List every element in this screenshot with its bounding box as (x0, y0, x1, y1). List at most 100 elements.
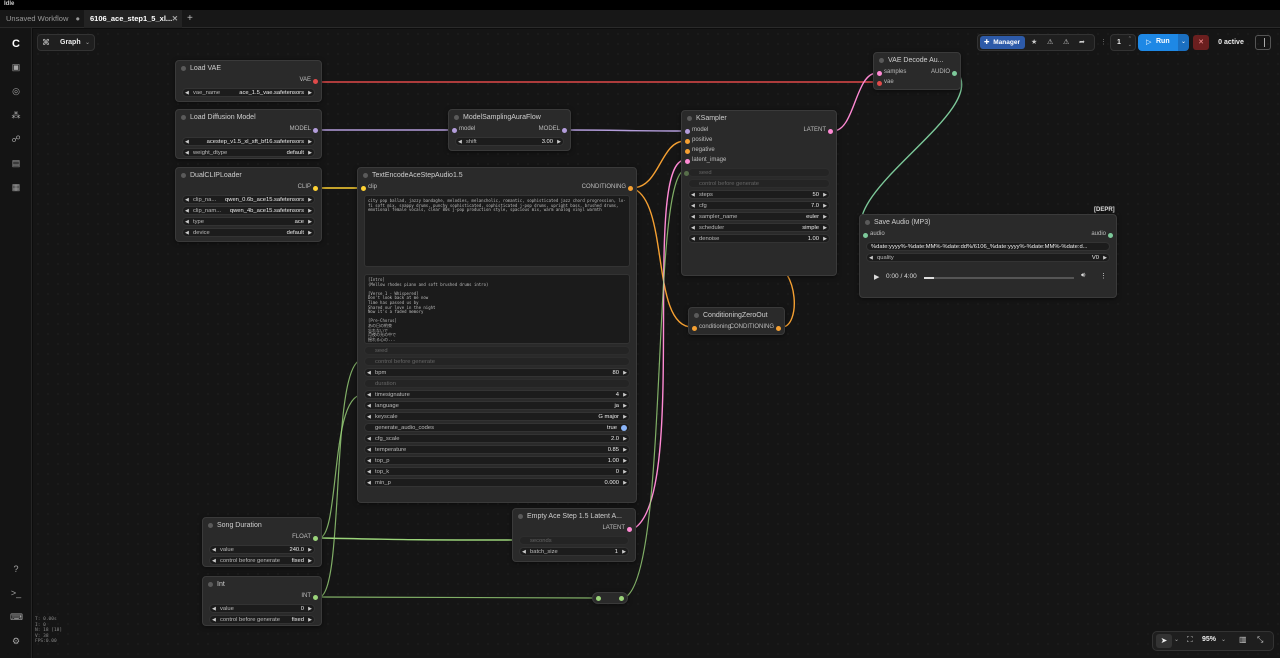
quality-widget[interactable]: ◀ quality V0 ▶ (866, 253, 1110, 262)
run-button[interactable]: ▷ Run (1138, 34, 1178, 51)
arrow-left-icon[interactable]: ◀ (185, 219, 189, 225)
arrow-left-icon[interactable]: ◀ (367, 403, 371, 409)
arrow-left-icon[interactable]: ◀ (185, 150, 189, 156)
input-samples-socket[interactable] (877, 71, 882, 76)
node-title[interactable]: KSampler (682, 111, 836, 126)
node-title[interactable]: Load Diffusion Model (176, 110, 321, 125)
arrow-right-icon[interactable]: ▶ (823, 236, 827, 242)
arrow-right-icon[interactable]: ▶ (308, 558, 312, 564)
toggle-knob-icon[interactable] (621, 425, 627, 431)
arrow-right-icon[interactable]: ▶ (623, 436, 627, 442)
arrow-right-icon[interactable]: ▶ (623, 480, 627, 486)
temperature-widget[interactable]: ◀ temperature 0.85 ▶ (364, 445, 630, 454)
arrow-right-icon[interactable]: ▶ (823, 192, 827, 198)
min-p-widget[interactable]: ◀ min_p 0.000 ▶ (364, 478, 630, 487)
arrow-right-icon[interactable]: ▶ (308, 219, 312, 225)
volume-icon[interactable]: 🔊︎ (1081, 272, 1085, 280)
unet-name-widget[interactable]: ◀ acestep_v1.5_xl_sft_bf16.safetensors ▶ (182, 137, 315, 146)
reroute-node[interactable] (592, 592, 628, 604)
filename-prefix-widget[interactable]: %date:yyyy%-%date:MM%-%date:dd%/6106_%da… (866, 242, 1110, 251)
arrow-left-icon[interactable]: ◀ (212, 558, 216, 564)
timesignature-widget[interactable]: ◀ timesignature 4 ▶ (364, 390, 630, 399)
link-visibility-icon[interactable]: ⤡ (1257, 635, 1263, 645)
arrow-right-icon[interactable]: ▶ (308, 617, 312, 623)
top-p-widget[interactable]: ◀ top_p 1.00 ▶ (364, 456, 630, 465)
run-options-chevron-icon[interactable]: ⌄ (1178, 34, 1189, 51)
input-clip-socket[interactable] (361, 186, 366, 191)
arrow-left-icon[interactable]: ◀ (367, 469, 371, 475)
input-model-socket[interactable] (452, 128, 457, 133)
shift-widget[interactable]: ◀ shift 3.00 ▶ (455, 137, 564, 146)
arrow-left-icon[interactable]: ◀ (691, 225, 695, 231)
arrow-left-icon[interactable]: ◀ (185, 139, 189, 145)
output-conditioning-socket[interactable] (776, 326, 781, 331)
node-title[interactable]: DualCLIPLoader (176, 168, 321, 183)
manager-button[interactable]: ✚ Manager (980, 36, 1025, 49)
node-save-audio-mp3[interactable]: Save Audio (MP3) audio audio %date:yyyy%-… (859, 214, 1117, 298)
arrow-left-icon[interactable]: ◀ (691, 203, 695, 209)
node-song-duration[interactable]: Song Duration FLOAT ◀ value 240.0 ▶ ◀ contro… (202, 517, 322, 567)
arrow-left-icon[interactable]: ◀ (367, 447, 371, 453)
warning-icon[interactable]: ⚠ (1063, 38, 1069, 46)
output-audio-socket[interactable] (952, 71, 957, 76)
node-conditioningzeroout[interactable]: ConditioningZeroOut conditioning CONDITIO… (688, 307, 785, 335)
arrow-left-icon[interactable]: ◀ (367, 436, 371, 442)
reroute-output-socket[interactable] (619, 596, 624, 601)
arrow-right-icon[interactable]: ▶ (308, 547, 312, 553)
stepper-icon[interactable]: ⌃ ⌄ (1128, 36, 1132, 48)
node-int[interactable]: Int INT ◀ value 0 ▶ ◀ control before generat… (202, 576, 322, 626)
weight-dtype-widget[interactable]: ◀ weight_dtype default ▶ (182, 148, 315, 157)
queue-count-input[interactable]: 1 ⌃ ⌄ (1110, 34, 1136, 51)
arrow-left-icon[interactable]: ◀ (367, 458, 371, 464)
output-model-socket[interactable] (313, 128, 318, 133)
arrow-left-icon[interactable]: ◀ (212, 617, 216, 623)
active-queue-label[interactable]: 0 active (1212, 34, 1250, 51)
denoise-widget[interactable]: ◀ denoise 1.00 ▶ (688, 234, 830, 243)
share-icon[interactable]: ➦ (1079, 38, 1085, 46)
node-title[interactable]: Empty Ace Step 1.5 Latent A... (513, 509, 635, 524)
sampler-name-widget[interactable]: ◀ sampler_name euler ▶ (688, 212, 830, 221)
arrow-left-icon[interactable]: ◀ (367, 414, 371, 420)
node-empty-ace-step-latent[interactable]: Empty Ace Step 1.5 Latent A... LATENT se… (512, 508, 636, 562)
cfg-scale-widget[interactable]: ◀ cfg_scale 2.0 ▶ (364, 434, 630, 443)
steps-widget[interactable]: ◀ steps 50 ▶ (688, 190, 830, 199)
clip-name2-widget[interactable]: ◀ clip_nam... qwen_4b_ace15.safetensors ▶ (182, 206, 315, 215)
output-int-socket[interactable] (313, 595, 318, 600)
output-vae-socket[interactable] (313, 79, 318, 84)
arrow-right-icon[interactable]: ▶ (623, 414, 627, 420)
type-widget[interactable]: ◀ type ace ▶ (182, 217, 315, 226)
cancel-queue-icon[interactable]: ✕ (1193, 35, 1209, 50)
arrow-right-icon[interactable]: ▶ (308, 606, 312, 612)
value-widget[interactable]: ◀ value 0 ▶ (209, 604, 315, 613)
arrow-right-icon[interactable]: ▶ (308, 150, 312, 156)
arrow-left-icon[interactable]: ◀ (185, 208, 189, 214)
arrow-right-icon[interactable]: ▶ (623, 469, 627, 475)
output-model-socket[interactable] (562, 128, 567, 133)
minimap-icon[interactable]: ▥ (1239, 635, 1247, 644)
generate-audio-codes-toggle[interactable]: generate_audio_codes true (364, 423, 630, 432)
vae-name-widget[interactable]: ◀ vae_name ace_1.5_vae.safetensors ▶ (182, 88, 315, 97)
value-widget[interactable]: ◀ value 240.0 ▶ (209, 545, 315, 554)
input-model-socket[interactable] (685, 129, 690, 134)
output-conditioning-socket[interactable] (628, 186, 633, 191)
arrow-left-icon[interactable]: ◀ (367, 480, 371, 486)
output-latent-socket[interactable] (627, 527, 632, 532)
input-audio-socket[interactable] (863, 233, 868, 238)
zoom-level[interactable]: 95% (1202, 636, 1216, 643)
top-k-widget[interactable]: ◀ top_k 0 ▶ (364, 467, 630, 476)
chevron-down-icon[interactable]: ⌄ (1174, 636, 1179, 643)
arrow-right-icon[interactable]: ▶ (308, 197, 312, 203)
arrow-right-icon[interactable]: ▶ (623, 447, 627, 453)
arrow-right-icon[interactable]: ▶ (823, 214, 827, 220)
cfg-widget[interactable]: ◀ cfg 7.0 ▶ (688, 201, 830, 210)
node-modelsamplingauraflow[interactable]: ModelSamplingAuraFlow model MODEL ◀ shift 3… (448, 109, 571, 151)
input-latent-socket[interactable] (685, 159, 690, 164)
panel-toggle-icon[interactable] (1255, 35, 1271, 50)
output-clip-socket[interactable] (313, 186, 318, 191)
arrow-right-icon[interactable]: ▶ (823, 225, 827, 231)
input-conditioning-socket[interactable] (692, 326, 697, 331)
output-float-socket[interactable] (313, 536, 318, 541)
node-ksampler[interactable]: KSampler model LATENT positive negative l… (681, 110, 837, 276)
arrow-left-icon[interactable]: ◀ (185, 197, 189, 203)
batch-size-widget[interactable]: ◀ batch_size 1 ▶ (519, 547, 629, 556)
